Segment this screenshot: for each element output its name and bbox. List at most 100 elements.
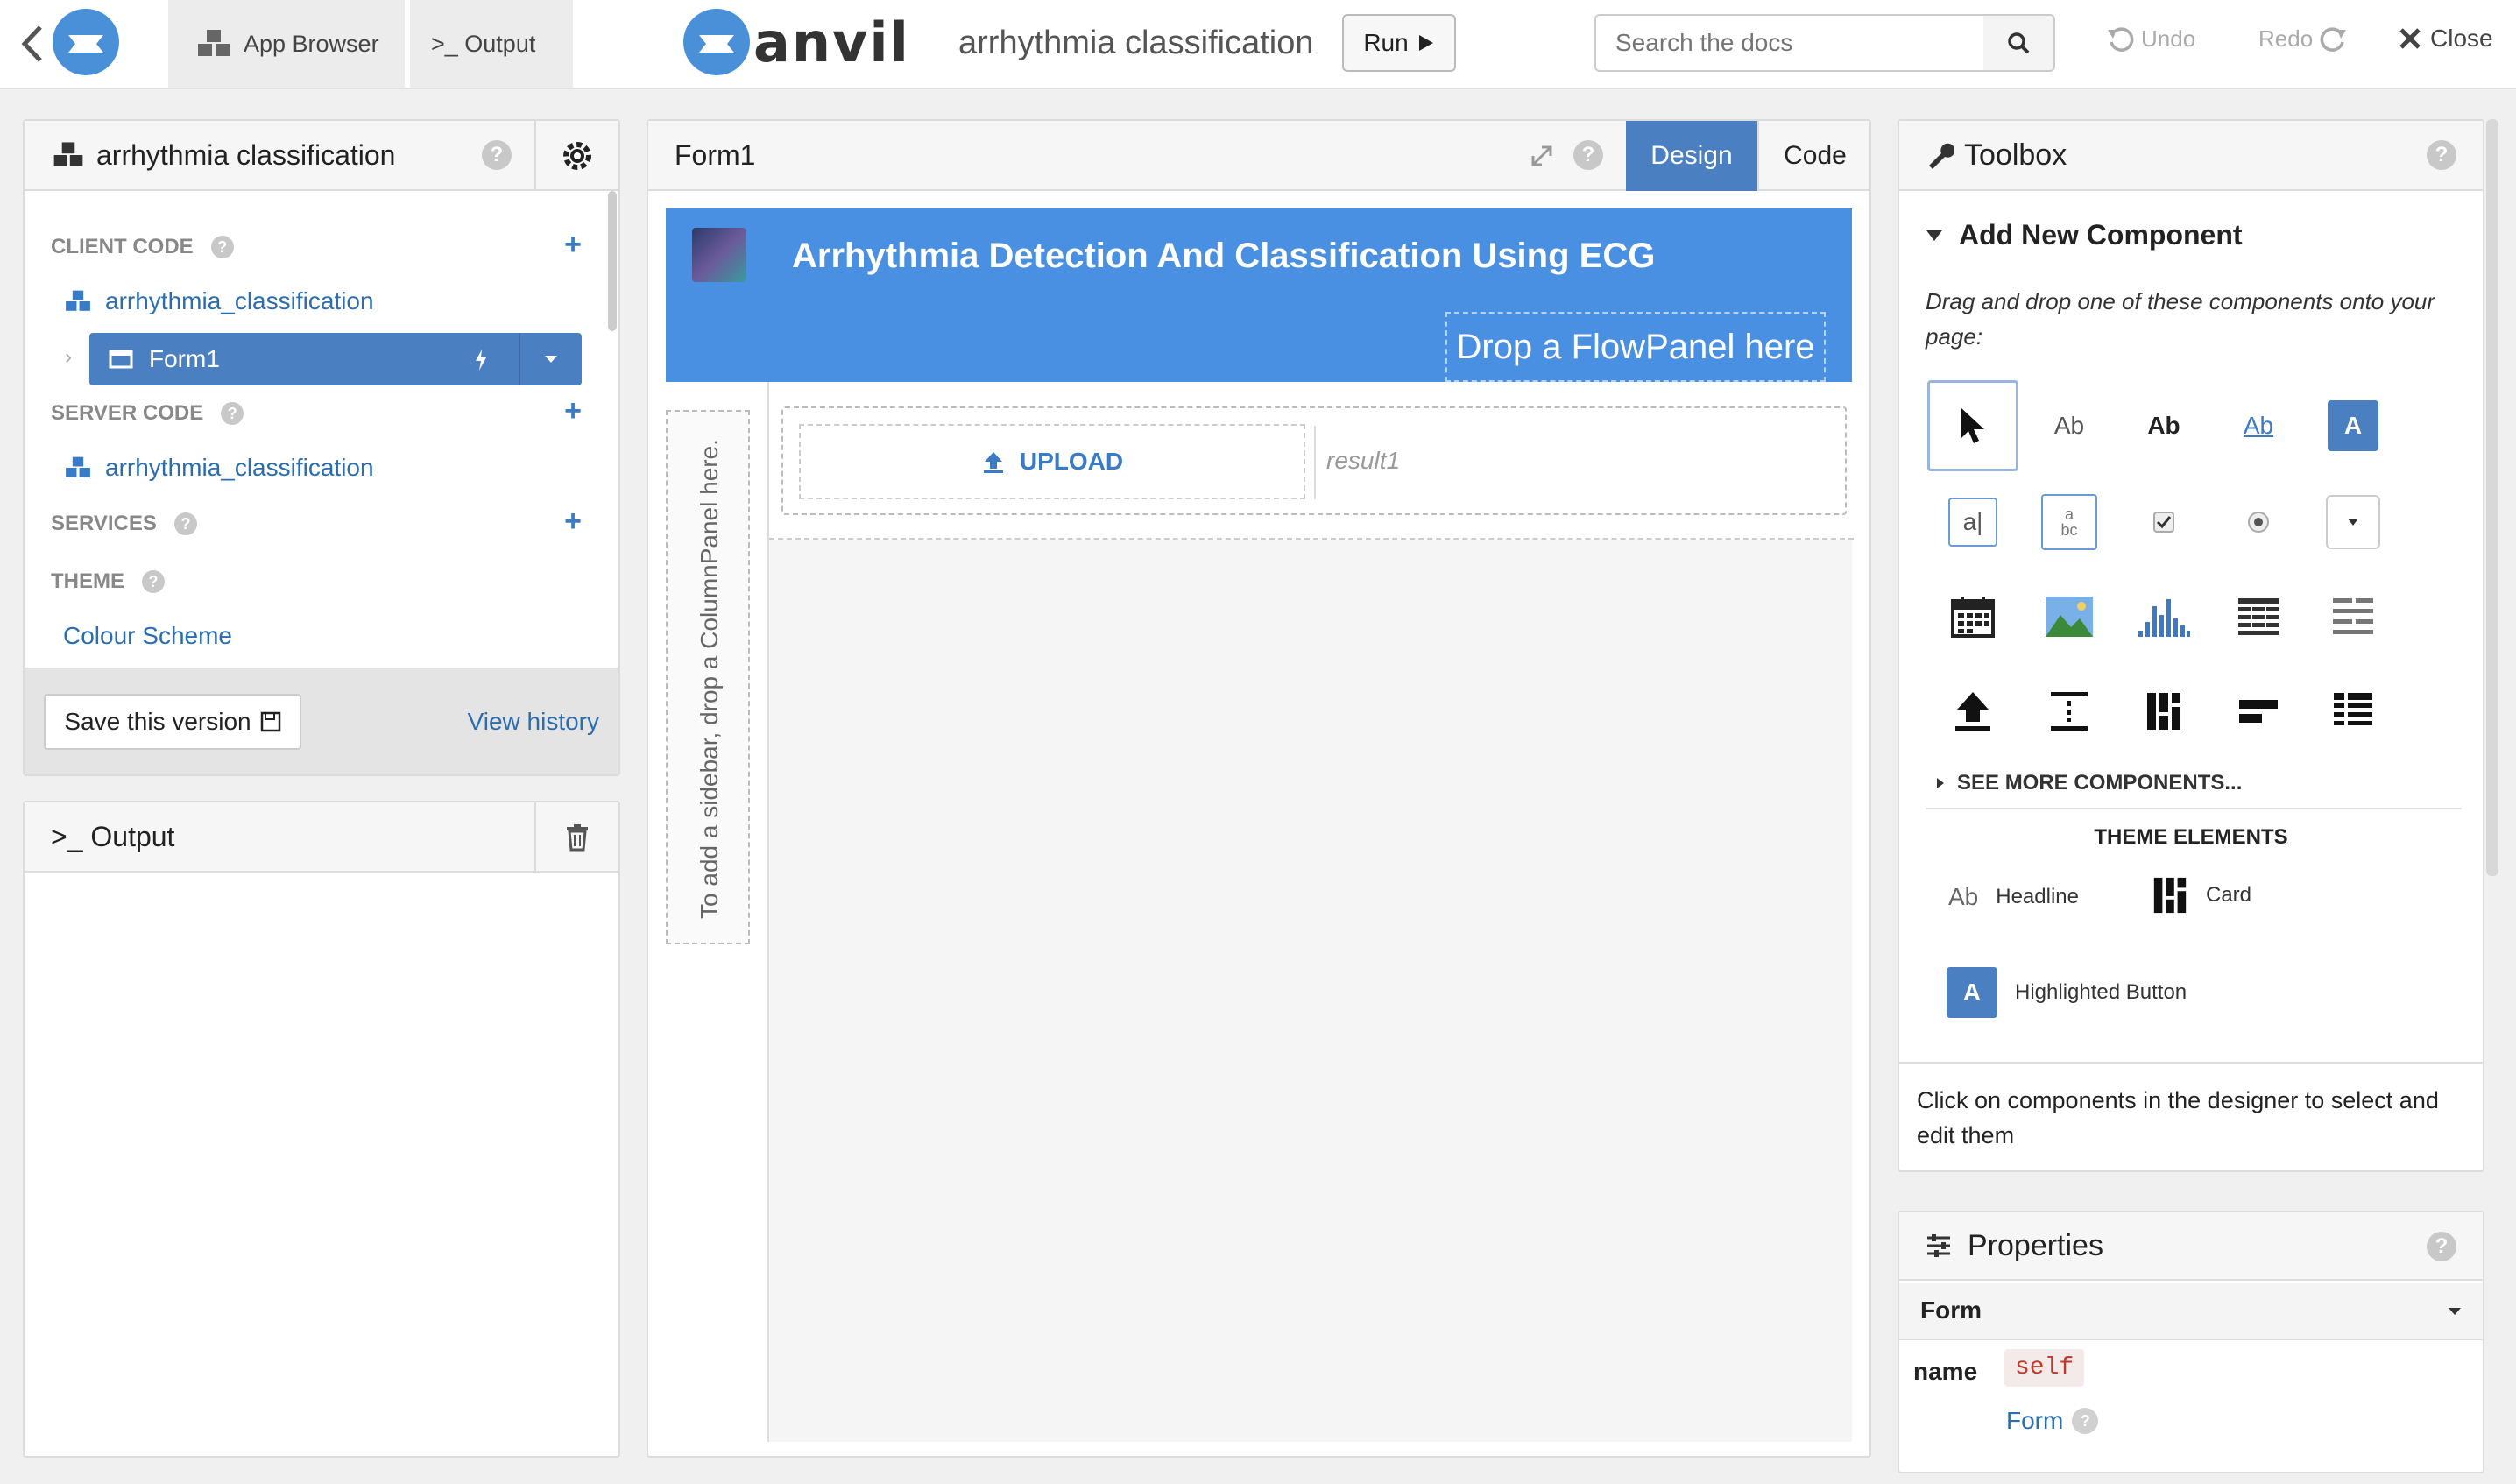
cubes-icon [66, 456, 90, 477]
help-icon[interactable]: ? [142, 570, 165, 593]
component-selector-value: Form [1920, 1297, 1982, 1324]
button-component[interactable]: A [2308, 380, 2399, 471]
app-logo-image[interactable] [692, 228, 746, 282]
help-icon[interactable]: ? [1573, 140, 1603, 170]
see-more-components-toggle[interactable]: SEE MORE COMPONENTS... [1936, 771, 2242, 795]
expand-chevron-icon[interactable]: › [65, 345, 72, 370]
name-property-label: name [1913, 1358, 1978, 1385]
image-component[interactable] [2024, 571, 2115, 662]
data-grid-icon [2238, 598, 2279, 635]
app-header-bar[interactable]: Arrhythmia Detection And Classification … [666, 208, 1852, 382]
back-arrow-icon[interactable] [19, 22, 46, 66]
content-row[interactable]: UPLOAD result1 [781, 406, 1847, 515]
help-icon[interactable]: ? [2072, 1408, 2099, 1434]
headline-theme-element[interactable]: Ab Headline [1948, 883, 2079, 911]
help-icon[interactable]: ? [2427, 140, 2456, 170]
undo-button[interactable]: Undo [2106, 25, 2195, 53]
file-loader-button[interactable]: UPLOAD [799, 424, 1305, 499]
expand-icon[interactable] [1528, 142, 1556, 170]
link-component[interactable]: Ab [2213, 380, 2304, 471]
client-module-link[interactable]: arrhythmia_classification [63, 287, 374, 315]
datepicker-component[interactable] [1927, 571, 2018, 662]
radio-button-component[interactable] [2213, 477, 2304, 568]
docs-search-box[interactable] [1594, 14, 1985, 72]
help-icon[interactable]: ? [173, 512, 197, 535]
toolbox-header: Toolbox ? [1899, 121, 2483, 191]
add-new-component-toggle[interactable]: Add New Component [1926, 219, 2243, 251]
card-theme-element[interactable]: Card [2152, 876, 2251, 915]
app-browser-button[interactable]: App Browser [168, 0, 405, 88]
radio-button-icon [2248, 512, 2269, 533]
caret-down-icon [1926, 230, 1942, 241]
anvil-logo-icon[interactable] [53, 9, 119, 75]
spacer-component[interactable] [2024, 666, 2115, 757]
settings-button[interactable] [534, 121, 618, 191]
add-client-code-button[interactable]: + [564, 228, 582, 262]
form-docs-link[interactable]: Form ? [2006, 1407, 2099, 1435]
save-version-button[interactable]: Save this version [44, 694, 301, 750]
toolbox-footer-text: Click on components in the designer to s… [1899, 1062, 2483, 1170]
content-column-panel[interactable]: UPLOAD result1 [769, 382, 1854, 540]
run-button[interactable]: Run [1342, 14, 1456, 72]
linear-panel-component[interactable] [2213, 666, 2304, 757]
sidebar-item-form1[interactable]: Form1 [89, 333, 582, 385]
redo-icon [2320, 27, 2347, 52]
calendar-icon [1951, 597, 1995, 638]
help-icon[interactable]: ? [482, 140, 512, 170]
server-module-label: arrhythmia_classification [105, 454, 374, 481]
undo-label: Undo [2141, 25, 2196, 52]
scrollbar[interactable] [608, 191, 617, 331]
form1-menu-button[interactable] [519, 333, 582, 385]
form-docs-label: Form [2006, 1407, 2064, 1434]
grid-panel-component[interactable] [2308, 666, 2399, 757]
search-input[interactable] [1615, 29, 1964, 57]
pointer-tool[interactable] [1927, 380, 2018, 471]
sidebar-drop-zone[interactable]: To add a sidebar, drop a ColumnPanel her… [666, 410, 750, 944]
search-button[interactable] [1983, 14, 2055, 72]
server-module-link[interactable]: arrhythmia_classification [63, 454, 374, 482]
textbox-component[interactable]: a| [1927, 477, 2018, 568]
data-grid-component[interactable] [2213, 571, 2304, 662]
scrollbar[interactable] [2486, 119, 2498, 876]
trash-icon [567, 824, 588, 852]
name-property-value[interactable]: self [2004, 1349, 2085, 1387]
dropdown-component[interactable] [2308, 477, 2399, 568]
repeating-panel-component[interactable] [2308, 571, 2399, 662]
server-code-label: SERVER CODE ? [51, 401, 244, 426]
redo-label: Redo [2258, 25, 2314, 52]
result-label[interactable]: result1 [1326, 447, 1400, 475]
label-component[interactable]: Ab [2024, 380, 2115, 471]
close-icon [2399, 28, 2421, 49]
app-header-title[interactable]: Arrhythmia Detection And Classification … [792, 237, 1655, 276]
textarea-component[interactable]: a bc [2024, 477, 2115, 568]
textbox-icon: a| [1948, 498, 1997, 547]
tab-design[interactable]: Design [1626, 121, 1757, 191]
toolbox-panel: Toolbox ? Add New Component Drag and dro… [1898, 119, 2484, 1172]
content-area[interactable]: UPLOAD result1 [767, 382, 1854, 1442]
help-icon[interactable]: ? [2427, 1232, 2456, 1261]
close-button[interactable]: Close [2399, 25, 2493, 53]
colour-scheme-link[interactable]: Colour Scheme [63, 622, 232, 650]
help-icon[interactable]: ? [221, 402, 244, 425]
component-selector[interactable]: Form [1899, 1283, 2483, 1340]
app-panel-header: arrhythmia classification ? [25, 121, 618, 191]
add-server-code-button[interactable]: + [564, 394, 582, 428]
project-title: arrhythmia classification [958, 25, 1314, 61]
add-new-component-label: Add New Component [1959, 219, 2243, 251]
tab-code[interactable]: Code [1757, 121, 1871, 191]
clear-output-button[interactable] [534, 802, 618, 873]
redo-button[interactable]: Redo [2258, 25, 2348, 53]
form1-label: Form1 [149, 345, 220, 372]
highlighted-button-theme-element[interactable]: A Highlighted Button [1947, 967, 2187, 1018]
checkbox-component[interactable] [2118, 477, 2209, 568]
design-canvas[interactable]: Arrhythmia Detection And Classification … [666, 208, 1854, 1442]
bold-label-component[interactable]: Ab [2118, 380, 2209, 471]
view-history-link[interactable]: View history [468, 708, 599, 736]
plot-component[interactable] [2118, 571, 2209, 662]
add-service-button[interactable]: + [564, 505, 582, 539]
output-toggle-button[interactable]: >_ Output [410, 0, 573, 88]
file-loader-component[interactable] [1927, 666, 2018, 757]
help-icon[interactable]: ? [210, 236, 234, 258]
flowpanel-drop-zone[interactable]: Drop a FlowPanel here [1445, 312, 1826, 382]
column-panel-component[interactable] [2118, 666, 2209, 757]
